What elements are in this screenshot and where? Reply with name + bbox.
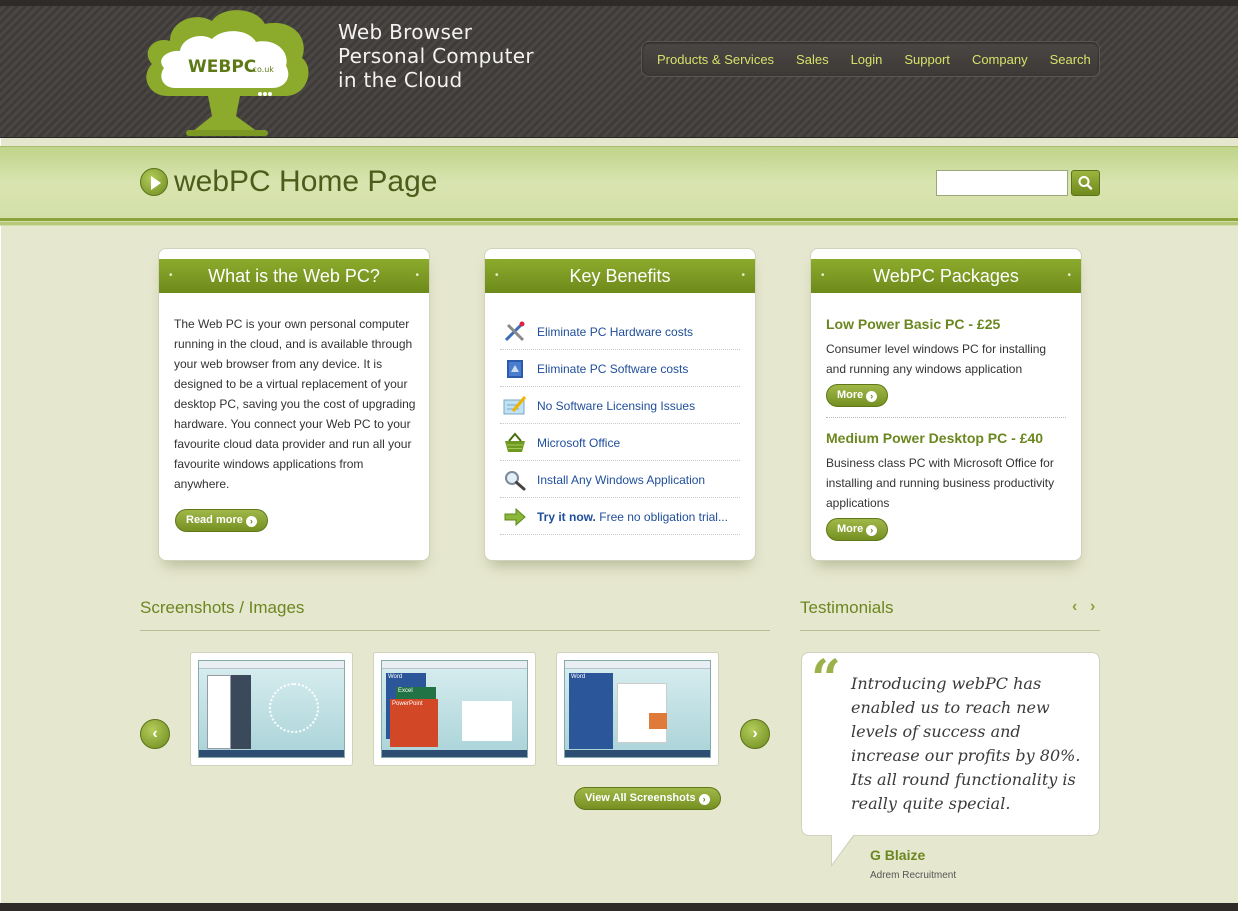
screenshot-image: Word Excel PowerPoint	[381, 660, 528, 758]
testimonials-title: Testimonials	[800, 598, 894, 617]
title-bar-divider	[0, 218, 1242, 221]
free-trial-rest: Free no obligation trial...	[595, 510, 728, 524]
package-divider	[826, 417, 1066, 418]
screenshot-thumbnail[interactable]: Word Excel PowerPoint	[373, 652, 536, 766]
page-title: webPC Home Page	[174, 165, 438, 198]
benefit-label: Eliminate PC Software costs	[537, 362, 689, 376]
what-is-webpc-heading: What is the Web PC?	[159, 259, 429, 293]
package-title[interactable]: Low Power Basic PC - £25	[826, 316, 1000, 332]
nav-search[interactable]: Search	[1050, 52, 1091, 67]
search-input[interactable]	[936, 170, 1068, 196]
tools-icon	[504, 321, 525, 342]
nav-sales[interactable]: Sales	[796, 52, 829, 67]
what-is-webpc-text: The Web PC is your own personal computer…	[174, 317, 416, 491]
software-box-icon	[507, 360, 523, 378]
magnifier-icon	[505, 471, 526, 491]
bubble-tail	[832, 834, 854, 864]
footer-bar	[0, 903, 1242, 911]
screenshots-divider	[140, 630, 770, 631]
thumb-label: Excel	[398, 688, 413, 694]
benefit-item[interactable]: No Software Licensing Issues	[500, 387, 740, 424]
thumb-label: PowerPoint	[392, 701, 423, 707]
benefit-item[interactable]: Eliminate PC Software costs	[500, 350, 740, 387]
arrow-right-icon: ›	[245, 516, 257, 527]
view-all-screenshots-button[interactable]: View All Screenshots ›	[574, 787, 721, 810]
arrow-right-icon	[504, 507, 526, 527]
search-button[interactable]	[1071, 170, 1100, 196]
benefit-label: Eliminate PC Hardware costs	[537, 325, 694, 339]
arrow-right-icon: ›	[866, 525, 878, 536]
title-bar-divider-light	[0, 222, 1242, 225]
chevron-left-icon: ‹	[152, 725, 158, 742]
thumb-label: Word	[388, 674, 403, 680]
key-benefits-box: Key Benefits Eliminate PC Hardware costs…	[484, 248, 756, 561]
basket-icon	[505, 432, 525, 452]
search-icon	[1078, 176, 1093, 190]
carousel-next-button[interactable]: ›	[740, 719, 770, 749]
screenshot-image	[198, 660, 345, 758]
free-trial-item[interactable]: Try it now. Free no obligation trial...	[500, 498, 740, 535]
what-is-webpc-box: What is the Web PC? The Web PC is your o…	[158, 248, 430, 561]
read-more-label: Read more	[186, 514, 243, 526]
screenshot-thumbnail[interactable]	[190, 652, 353, 766]
nav-company[interactable]: Company	[972, 52, 1028, 67]
testimonials-divider	[800, 630, 1100, 631]
read-more-button[interactable]: Read more ›	[175, 509, 268, 532]
testimonials-next-button[interactable]: ›	[1090, 598, 1095, 616]
more-label: More	[837, 523, 864, 535]
logo-text: WEBPC	[188, 57, 256, 77]
chevron-right-icon: ›	[752, 725, 758, 742]
package-more-button[interactable]: More ›	[826, 384, 889, 407]
nav-products-services[interactable]: Products & Services	[657, 52, 774, 67]
quote-mark-icon: “	[811, 649, 841, 710]
screenshots-title: Screenshots / Images	[140, 598, 305, 617]
arrow-right-icon: ›	[698, 794, 710, 805]
view-all-label: View All Screenshots	[585, 792, 696, 804]
tagline-line-3: in the Cloud	[338, 68, 463, 92]
packages-heading: WebPC Packages	[811, 259, 1081, 293]
package-description: Business class PC with Microsoft Office …	[826, 456, 1055, 510]
main-nav: Products & Services Sales Login Support …	[641, 41, 1100, 77]
free-trial-label: Try it now. Free no obligation trial...	[537, 510, 728, 524]
package-title[interactable]: Medium Power Desktop PC - £40	[826, 430, 1043, 446]
benefit-item[interactable]: Install Any Windows Application	[500, 461, 740, 498]
tagline-line-2: Personal Computer	[338, 44, 534, 68]
screenshot-thumbnail[interactable]: Word	[556, 652, 719, 766]
carousel-prev-button[interactable]: ‹	[140, 719, 170, 749]
site-header: WEBPC .co.uk Web Browser Personal Comput…	[0, 0, 1242, 138]
key-benefits-heading: Key Benefits	[485, 259, 755, 293]
free-trial-bold: Try it now.	[537, 510, 596, 524]
license-pencil-icon	[503, 396, 527, 415]
benefit-label: No Software Licensing Issues	[537, 399, 696, 413]
arrow-right-icon: ›	[866, 391, 878, 402]
testimonials-prev-button[interactable]: ‹	[1072, 598, 1077, 616]
packages-box: WebPC Packages Low Power Basic PC - £25 …	[810, 248, 1082, 561]
right-edge	[1238, 0, 1242, 911]
testimonial-author: G Blaize	[870, 847, 926, 863]
more-label: More	[837, 389, 864, 401]
nav-support[interactable]: Support	[904, 52, 950, 67]
thumb-label: Word	[571, 674, 586, 680]
webpc-logo[interactable]: WEBPC .co.uk	[140, 6, 312, 136]
package-description: Consumer level windows PC for installing…	[826, 342, 1047, 376]
tagline-line-1: Web Browser	[338, 20, 473, 44]
benefit-item[interactable]: Eliminate PC Hardware costs	[500, 313, 740, 350]
tagline: Web Browser Personal Computer in the Clo…	[338, 20, 534, 92]
benefit-label: Microsoft Office	[537, 436, 621, 450]
package-more-button[interactable]: More ›	[826, 518, 889, 541]
testimonial-company: Adrem Recruitment	[870, 870, 957, 881]
benefit-label: Install Any Windows Application	[537, 473, 706, 487]
nav-login[interactable]: Login	[851, 52, 883, 67]
play-arrow-icon	[140, 168, 168, 196]
testimonial-quote: Introducing webPC has enabled us to reac…	[851, 674, 1081, 813]
screenshot-image: Word	[564, 660, 711, 758]
logo-suffix: .co.uk	[250, 65, 274, 74]
benefit-item[interactable]: Microsoft Office	[500, 424, 740, 461]
